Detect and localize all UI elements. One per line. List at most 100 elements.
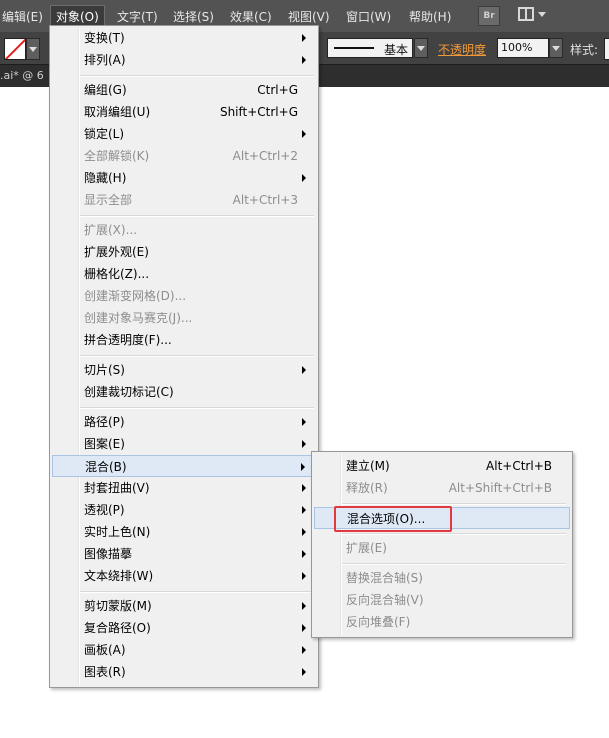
menu-item-label: 创建渐变网格(D)... [84,289,187,303]
object-menu-item-23[interactable]: 文本绕排(W) [52,565,316,587]
submenu-arrow-icon [302,624,306,632]
object-menu-item-9[interactable]: 扩展外观(E) [52,241,316,263]
blend-submenu-item-3: 扩展(E) [314,537,570,559]
stroke-style-label: 基本 [384,43,409,57]
menu-help[interactable]: 帮助(H) [409,8,451,25]
opacity-dropdown-arrow[interactable] [549,38,563,58]
blend-submenu-item-5: 反向混合轴(V) [314,589,570,611]
workspace-switcher-icon[interactable] [518,7,548,24]
object-menu-item-18[interactable]: 混合(B) [52,455,316,477]
menu-item-label: 复合路径(O) [84,621,151,635]
stroke-none-swatch[interactable] [4,38,26,60]
submenu-arrow-icon [302,130,306,138]
opacity-input[interactable]: 100% [497,38,549,58]
object-menu-item-26[interactable]: 画板(A) [52,639,316,661]
menu-separator [342,503,566,505]
blend-submenu-item-0[interactable]: 建立(M) Alt+Ctrl+B [314,455,570,477]
object-menu-item-3[interactable]: 取消编组(U) Shift+Ctrl+G [52,101,316,123]
menu-item-label: 显示全部 [84,193,133,207]
menu-type[interactable]: 文字(T) [117,8,158,25]
highlight-annotation-box [334,506,452,532]
submenu-arrow-icon [302,34,306,42]
object-menu-item-4[interactable]: 锁定(L) [52,123,316,145]
object-menu-item-25[interactable]: 复合路径(O) [52,617,316,639]
object-menu-item-20[interactable]: 透视(P) [52,499,316,521]
object-menu-item-8: 扩展(X)... [52,219,316,241]
menu-item-label: 取消编组(U) [84,105,151,119]
menu-window[interactable]: 窗口(W) [346,8,391,25]
object-menu: 变换(T) 排列(A) 编组(G) Ctrl+G 取消编组(U) Shift+Ctrl+G… [49,25,319,688]
menu-item-shortcut: Alt+Ctrl+3 [232,193,298,207]
menu-item-label: 建立(M) [346,459,390,473]
menu-item-label: 反向混合轴(V) [346,593,424,607]
object-menu-item-14[interactable]: 切片(S) [52,359,316,381]
object-menu-item-11: 创建渐变网格(D)... [52,285,316,307]
menu-select[interactable]: 选择(S) [173,8,214,25]
object-menu-item-16[interactable]: 路径(P) [52,411,316,433]
object-menu-item-13[interactable]: 拼合透明度(F)... [52,329,316,351]
menu-item-label: 排列(A) [84,53,126,67]
document-tab[interactable]: .ai* @ 6 [0,69,44,82]
menu-item-label: 扩展外观(E) [84,245,149,259]
menu-item-label: 拼合透明度(F)... [84,333,172,347]
menu-item-label: 图案(E) [84,437,125,451]
menu-effect[interactable]: 效果(C) [230,8,272,25]
object-menu-item-15[interactable]: 创建裁切标记(C) [52,381,316,403]
submenu-arrow-icon [302,56,306,64]
menu-item-label: 创建对象马赛克(J)... [84,311,193,325]
menu-item-shortcut: Shift+Ctrl+G [219,105,298,119]
stroke-style-select[interactable]: 基本 [327,38,413,58]
menu-item-label: 切片(S) [84,363,125,377]
menu-item-label: 实时上色(N) [84,525,151,539]
style-swatch[interactable] [604,38,609,60]
menu-view[interactable]: 视图(V) [288,8,330,25]
submenu-arrow-icon [302,528,306,536]
object-menu-item-12: 创建对象马赛克(J)... [52,307,316,329]
menu-item-label: 释放(R) [346,481,388,495]
menu-item-label: 图表(R) [84,665,126,679]
submenu-arrow-icon [302,440,306,448]
object-menu-item-10[interactable]: 栅格化(Z)... [52,263,316,285]
menu-item-label: 扩展(X)... [84,223,138,237]
menu-item-label: 扩展(E) [346,541,387,555]
menu-item-shortcut: Alt+Ctrl+B [486,459,552,473]
object-menu-item-27[interactable]: 图表(R) [52,661,316,683]
object-menu-item-2[interactable]: 编组(G) Ctrl+G [52,79,316,101]
object-menu-item-19[interactable]: 封套扭曲(V) [52,477,316,499]
object-menu-item-6[interactable]: 隐藏(H) [52,167,316,189]
menu-item-label: 图像描摹 [84,547,133,561]
menu-item-label: 替换混合轴(S) [346,571,423,585]
object-menu-item-17[interactable]: 图案(E) [52,433,316,455]
opacity-label[interactable]: 不透明度 [438,41,486,58]
object-menu-item-24[interactable]: 剪切蒙版(M) [52,595,316,617]
swatch-dropdown-arrow[interactable] [26,38,40,60]
submenu-arrow-icon [302,668,306,676]
object-menu-item-0[interactable]: 变换(T) [52,27,316,49]
menu-item-label: 透视(P) [84,503,125,517]
submenu-arrow-icon [302,418,306,426]
submenu-arrow-icon [302,174,306,182]
submenu-arrow-icon [302,484,306,492]
menu-edit[interactable]: 编辑(E) [2,8,43,25]
menu-separator [80,355,314,357]
object-menu-item-1[interactable]: 排列(A) [52,49,316,71]
stroke-style-dropdown-arrow[interactable] [414,38,428,58]
submenu-arrow-icon [302,550,306,558]
bridge-button[interactable]: Br [478,6,500,26]
blend-submenu: 建立(M) Alt+Ctrl+B 释放(R) Alt+Shift+Ctrl+B 混合选项… [311,451,573,638]
stroke-preview-line [334,47,374,49]
menu-item-label: 变换(T) [84,31,125,45]
menu-item-label: 剪切蒙版(M) [84,599,152,613]
menu-item-label: 画板(A) [84,643,126,657]
object-menu-item-7: 显示全部 Alt+Ctrl+3 [52,189,316,211]
blend-submenu-item-6: 反向堆叠(F) [314,611,570,633]
menu-separator [80,215,314,217]
submenu-arrow-icon [302,572,306,580]
menu-item-label: 栅格化(Z)... [84,267,150,281]
object-menu-item-21[interactable]: 实时上色(N) [52,521,316,543]
submenu-arrow-icon [302,366,306,374]
submenu-arrow-icon [301,463,305,471]
menu-separator [80,591,314,593]
menu-item-shortcut: Alt+Shift+Ctrl+B [448,481,552,495]
object-menu-item-22[interactable]: 图像描摹 [52,543,316,565]
